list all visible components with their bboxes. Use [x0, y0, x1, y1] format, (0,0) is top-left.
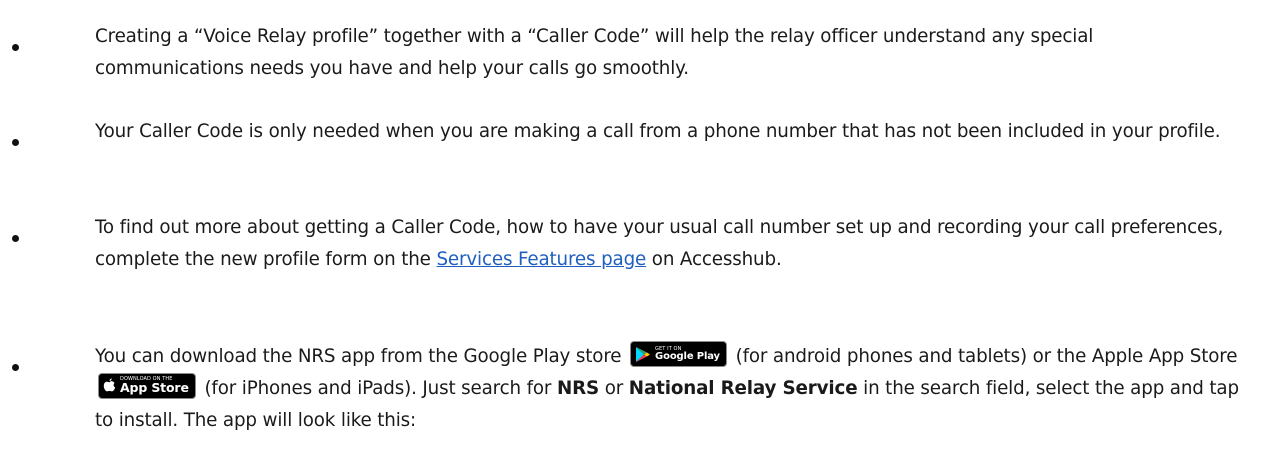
bullet-text: To find out more about getting a Caller … — [95, 212, 1245, 276]
bullet-icon — [12, 364, 19, 371]
bold-text: NRS — [556, 378, 600, 399]
bullet-icon — [12, 235, 19, 242]
text-segment: on Accesshub. — [646, 249, 782, 270]
bullet-icon — [12, 44, 19, 51]
bullet-icon — [12, 139, 19, 146]
services-features-link[interactable]: Services Features page — [436, 249, 646, 270]
apple-icon — [103, 378, 116, 392]
text-segment: You can download the NRS app from the Go… — [95, 346, 628, 367]
google-play-badge[interactable]: GET IT ON Google Play — [630, 341, 727, 367]
badge-big-text: Google Play — [655, 350, 720, 362]
bold-text: National Relay Service — [628, 378, 858, 399]
bullet-text: Your Caller Code is only needed when you… — [95, 121, 1221, 142]
app-store-badge[interactable]: Download on the App Store — [98, 373, 196, 399]
google-play-icon — [636, 346, 651, 362]
bullet-text: You can download the NRS app from the Go… — [95, 341, 1245, 437]
bullet-text: Creating a “Voice Relay profile” togethe… — [95, 26, 1094, 79]
text-segment: (for android phones and tablets) or the … — [729, 346, 1238, 367]
text-segment: or — [599, 378, 629, 399]
badge-big-text: App Store — [120, 380, 189, 396]
document-page: Creating a “Voice Relay profile” togethe… — [0, 0, 1261, 472]
text-segment: (for iPhones and iPads). Just search for — [198, 378, 557, 399]
